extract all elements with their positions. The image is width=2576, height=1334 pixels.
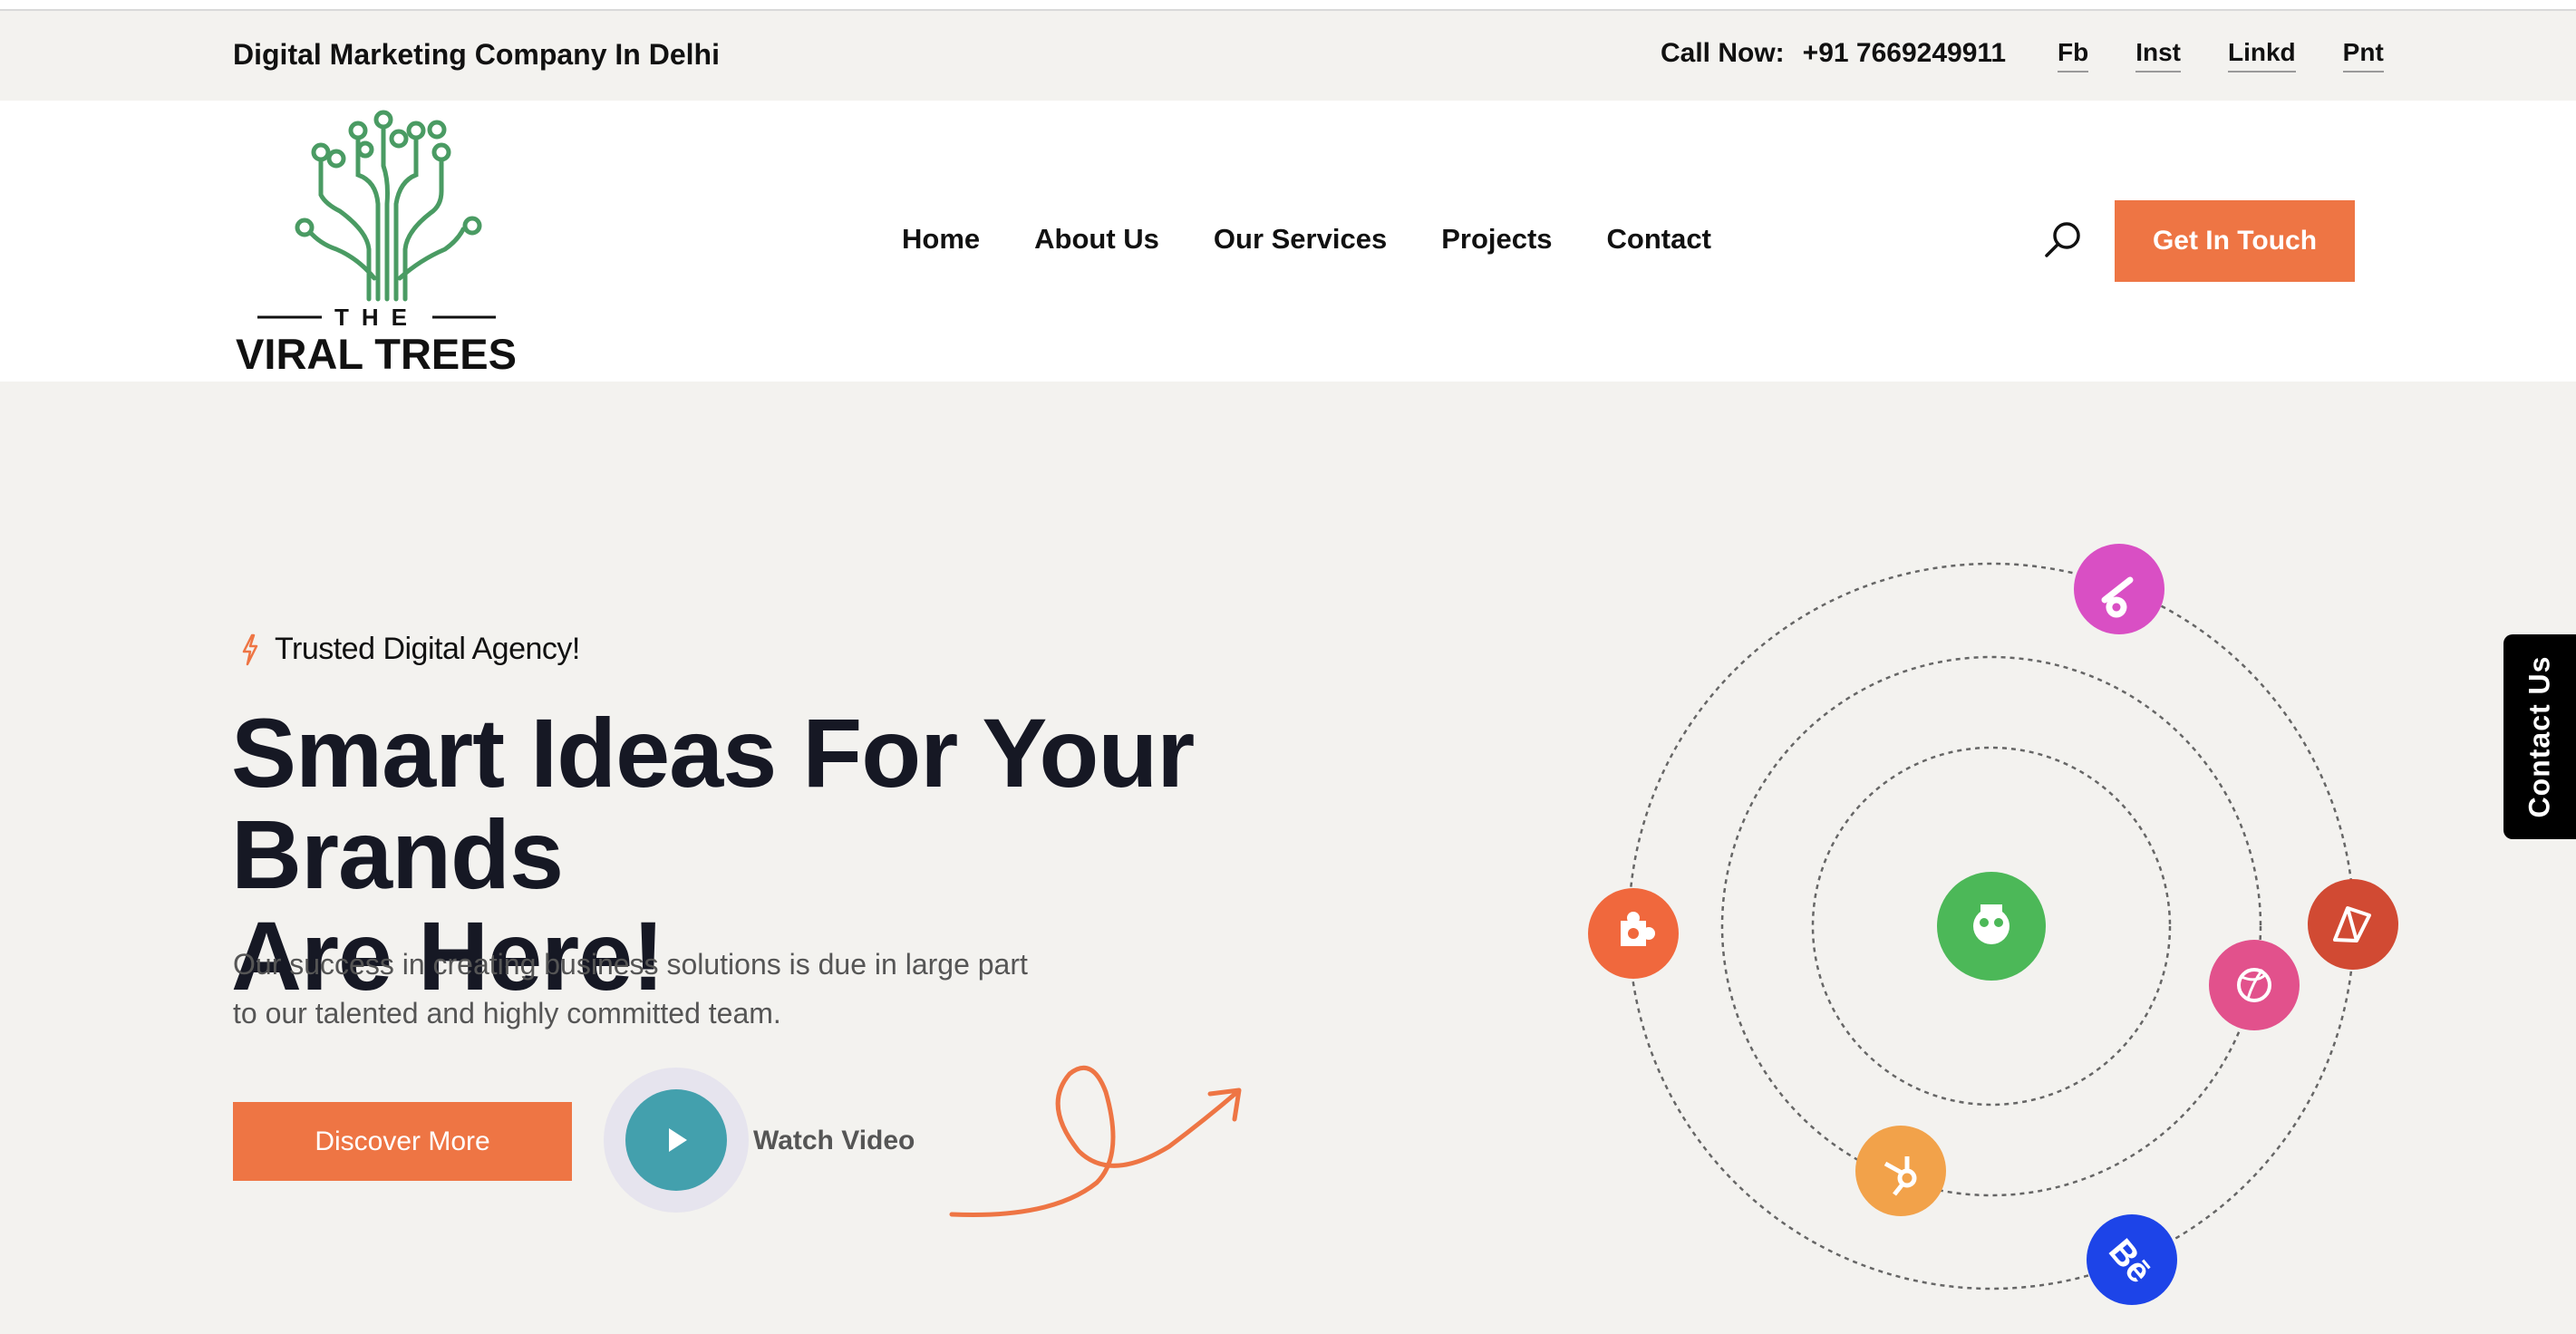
call-label: Call Now: xyxy=(1661,38,1785,68)
decorative-arrow-icon xyxy=(949,1065,1242,1218)
nav-item-our-services[interactable]: Our Services xyxy=(1214,223,1387,256)
search-icon xyxy=(2045,222,2080,257)
social-link-pnt[interactable]: Pnt xyxy=(2342,38,2384,72)
center-mascot-icon xyxy=(1937,872,2046,981)
browser-top-line xyxy=(0,0,2576,11)
hero-badge-text: Trusted Digital Agency! xyxy=(275,632,580,666)
company-tagline: Digital Marketing Company In Delhi xyxy=(233,38,720,71)
play-video-button[interactable] xyxy=(625,1089,727,1191)
hero-title-line1: Smart Ideas For Your Brands xyxy=(231,698,1195,909)
contact-us-tab-label: Contact Us xyxy=(2523,655,2556,818)
contact-us-side-tab[interactable]: Contact Us xyxy=(2503,634,2576,839)
hero-description: Our success in creating business solutio… xyxy=(233,948,1028,1030)
play-icon xyxy=(669,1128,687,1152)
music-note-icon xyxy=(2074,544,2164,634)
call-info: Call Now: +91 7669249911 xyxy=(1661,38,2006,69)
social-link-linkd[interactable]: Linkd xyxy=(2228,38,2296,72)
nav-item-home[interactable]: Home xyxy=(902,223,980,256)
main-nav: Home About Us Our Services Projects Cont… xyxy=(902,223,1711,256)
main-header: THE VIRAL TREES Home About Us Our Servic… xyxy=(0,101,2576,382)
get-in-touch-button[interactable]: Get In Touch xyxy=(2115,200,2355,282)
nav-item-contact[interactable]: Contact xyxy=(1607,223,1711,256)
origami-icon xyxy=(2308,879,2398,970)
social-link-fb[interactable]: Fb xyxy=(2058,38,2089,72)
logo-text-large: VIRAL TREES xyxy=(236,330,517,376)
site-logo[interactable]: THE VIRAL TREES xyxy=(231,104,521,376)
nav-item-projects[interactable]: Projects xyxy=(1441,223,1552,256)
social-links: Fb Inst Linkd Pnt xyxy=(2058,38,2384,72)
puzzle-icon xyxy=(1588,888,1679,979)
phone-number[interactable]: +91 7669249911 xyxy=(1803,38,2006,68)
hero-badge: Trusted Digital Agency! xyxy=(240,632,580,667)
watch-video-link[interactable]: Watch Video xyxy=(753,1126,915,1156)
nav-item-about-us[interactable]: About Us xyxy=(1034,223,1159,256)
search-button[interactable] xyxy=(2041,217,2087,262)
orbit-graphic: Bē xyxy=(1588,544,2398,1305)
behance-icon: Bē xyxy=(2087,1214,2177,1305)
hubspot-icon xyxy=(1855,1126,1946,1216)
social-link-inst[interactable]: Inst xyxy=(2135,38,2181,72)
top-bar: Digital Marketing Company In Delhi Call … xyxy=(0,11,2576,101)
logo-text-small: THE xyxy=(334,304,420,331)
play-button-halo xyxy=(604,1068,749,1213)
lightning-icon xyxy=(242,633,258,665)
discover-more-button[interactable]: Discover More xyxy=(233,1102,572,1181)
dribbble-icon xyxy=(2209,940,2300,1030)
